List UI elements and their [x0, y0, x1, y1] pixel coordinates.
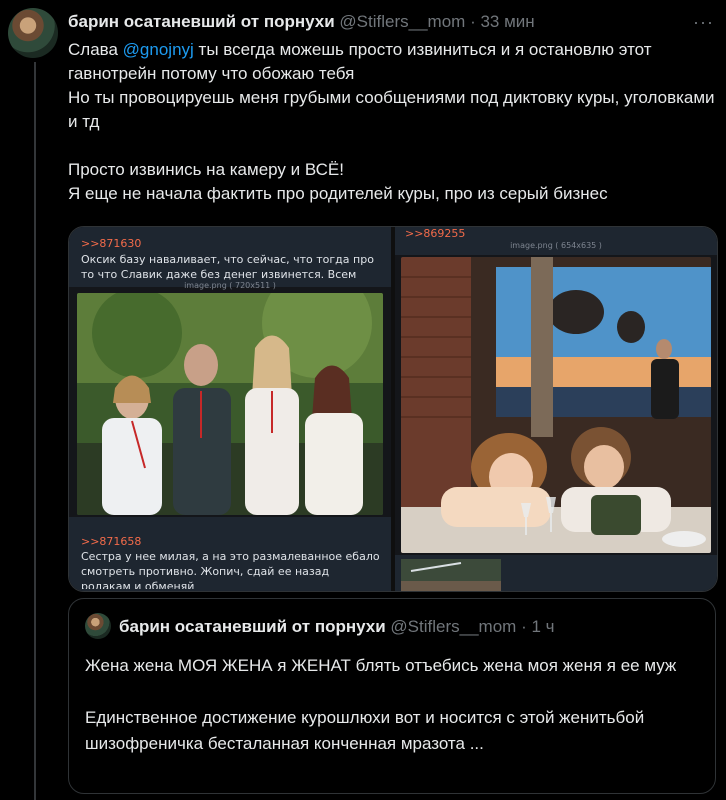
tweet-text-rest: ты всегда можешь просто извиниться и я о… [68, 40, 715, 203]
handle[interactable]: @Stiflers__mom [339, 12, 465, 31]
extra-photo-thumbnail [401, 559, 501, 591]
quote-text: Жена жена МОЯ ЖЕНА я ЖЕНАТ блять отъебис… [85, 656, 677, 753]
avatar[interactable] [8, 8, 58, 58]
image-meta-right: image.png ( 654x635 ) [510, 241, 602, 250]
mention-link[interactable]: @gnojnyj [123, 40, 194, 59]
quote-display-name[interactable]: барин осатаневший от порнухи [119, 617, 386, 636]
tweet-header: барин осатаневший от порнухи @Stiflers__… [68, 12, 716, 34]
family-photo [77, 293, 383, 515]
quote-handle[interactable]: @Stiflers__mom [390, 617, 516, 636]
post-text-2: Сестра у нее милая, а на это размалеванн… [81, 550, 380, 589]
quote-timestamp[interactable]: 1 ч [531, 617, 554, 636]
post-text-1: Оксик базу наваливает, что сейчас, что т… [81, 253, 374, 281]
post-id-right: >>869255 [405, 227, 466, 240]
thread-line [34, 62, 36, 800]
restaurant-photo [401, 257, 711, 553]
tweet-text-start: Слава [68, 40, 123, 59]
media-container[interactable]: >>871630 Оксик базу наваливает, что сейч… [68, 226, 718, 592]
image-meta-1: image.png ( 720x511 ) [184, 281, 276, 290]
display-name[interactable]: барин осатаневший от порнухи [68, 12, 335, 31]
timestamp[interactable]: 33 мин [480, 12, 534, 31]
quote-tweet[interactable]: барин осатаневший от порнухи @Stiflers__… [68, 598, 716, 794]
media-left[interactable]: >>871630 Оксик базу наваливает, что сейч… [69, 227, 391, 591]
media-right[interactable]: >>869255 image.png ( 654x635 ) [395, 227, 717, 591]
separator: · [470, 12, 476, 31]
post-id-2: >>871658 [81, 535, 142, 548]
more-icon[interactable]: ··· [693, 12, 714, 33]
quote-avatar[interactable] [85, 613, 111, 639]
quote-separator: · [521, 617, 527, 636]
quote-header: барин осатаневший от порнухи @Stiflers__… [119, 617, 555, 637]
tweet-text: Слава @gnojnyj ты всегда можешь просто и… [68, 38, 718, 206]
post-id-1: >>871630 [81, 237, 142, 250]
